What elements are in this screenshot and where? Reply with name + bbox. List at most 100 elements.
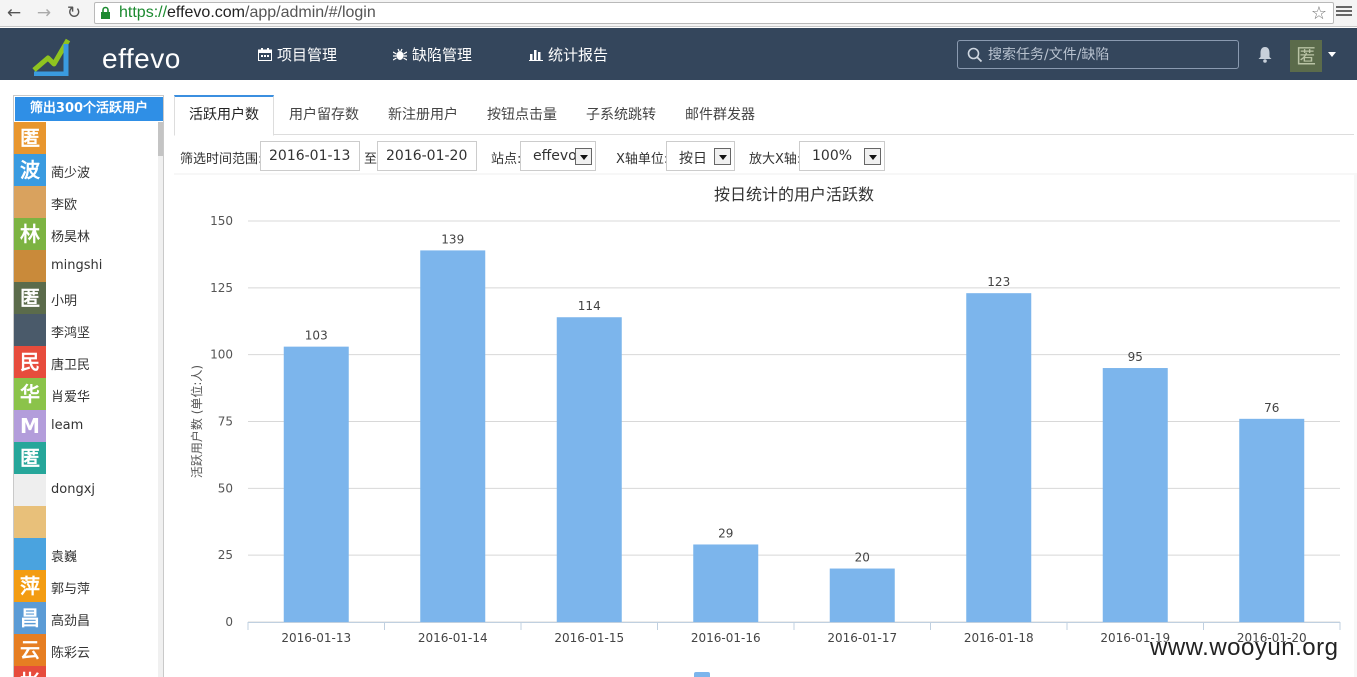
bar: [283, 346, 349, 622]
y-axis-label: 活跃用户数 (单位:人): [189, 365, 204, 478]
nav-label: 项目管理: [277, 46, 338, 64]
bar: [829, 568, 895, 622]
list-item[interactable]: 萍郭与萍: [14, 570, 158, 602]
y-tick-label: 75: [218, 415, 233, 429]
data-label: 114: [578, 299, 601, 313]
bar-chart-icon: [529, 50, 543, 61]
user-name: 肖爱华: [51, 390, 91, 405]
data-label: 76: [1264, 401, 1279, 415]
list-item[interactable]: 匿: [14, 122, 158, 154]
user-name: 郭与萍: [51, 582, 91, 597]
y-tick-label: 150: [210, 214, 233, 228]
user-name: 唐卫民: [51, 358, 91, 373]
tab-active-users[interactable]: 活跃用户数: [174, 95, 274, 136]
lock-icon: [101, 6, 110, 19]
zoom-x-label: 放大X轴:: [749, 152, 802, 167]
y-tick-label: 50: [218, 481, 233, 495]
y-tick-label: 100: [210, 348, 233, 362]
list-item[interactable]: 袁巍: [14, 538, 158, 570]
list-item[interactable]: 匿: [14, 442, 158, 474]
scrollbar-thumb[interactable]: [158, 122, 163, 156]
date-to-input[interactable]: [377, 141, 477, 171]
y-tick-label: 0: [225, 615, 233, 629]
chevron-down-icon[interactable]: [714, 148, 731, 165]
star-icon[interactable]: ☆: [1311, 3, 1327, 24]
y-tick-label: 25: [218, 548, 233, 562]
list-item[interactable]: 林杨昊林: [14, 218, 158, 250]
list-item[interactable]: 昌高劲昌: [14, 602, 158, 634]
search-box[interactable]: [957, 40, 1239, 69]
list-item[interactable]: mingshi: [14, 250, 158, 282]
list-item[interactable]: 波蔺少波: [14, 154, 158, 186]
date-from-input[interactable]: [260, 141, 360, 171]
nav-statistics-report[interactable]: 统计报告: [529, 44, 608, 65]
nav-project-management[interactable]: 项目管理: [258, 44, 337, 65]
avatar: M: [14, 410, 46, 442]
user-list: 匿波蔺少波 李欧林杨昊林 mingshi 匿小明 李鸿坚民唐卫民华肖爱华 Mleam 匿 do…: [14, 122, 158, 677]
tab-subsystem-jumps[interactable]: 子系统跳转: [572, 95, 670, 135]
tab-mass-mailer[interactable]: 邮件群发器: [671, 95, 769, 135]
user-sidebar: 筛出300个活跃用户 匿波蔺少波 李欧林杨昊林 mingshi 匿小明 李鸿坚民唐卫民华…: [13, 95, 164, 677]
list-item[interactable]: 云陈彩云: [14, 634, 158, 666]
filter-bar: 筛选时间范围: 至 站点: effevo X轴单位: 按日 放大X轴: 100%: [174, 140, 1354, 172]
avatar: 云: [14, 634, 46, 666]
user-avatar[interactable]: 匿: [1290, 40, 1322, 72]
list-item[interactable]: dongxj: [14, 474, 158, 506]
avatar: 华: [14, 378, 46, 410]
list-item[interactable]: 李欧: [14, 186, 158, 218]
chevron-down-icon[interactable]: [864, 148, 881, 165]
user-name: 袁巍: [51, 550, 78, 565]
list-item[interactable]: [14, 506, 158, 538]
bar: [1102, 368, 1168, 622]
bug-icon: [393, 48, 407, 61]
chart-container: 按日统计的用户活跃数 0 25 50 75 100 125 150 活跃用户数 (单位:人) 10…: [174, 175, 1354, 677]
avatar: 匿: [14, 282, 46, 314]
bar: [1239, 418, 1305, 622]
user-name: 高劲昌: [51, 614, 91, 629]
x-unit-label: X轴单位:: [616, 152, 669, 167]
data-label: 123: [987, 275, 1010, 289]
zoom-x-select[interactable]: 100%: [799, 141, 885, 171]
y-tick-label: 125: [210, 281, 233, 295]
avatar: 彬: [14, 666, 46, 677]
nav-label: 统计报告: [548, 46, 609, 64]
avatar: 波: [14, 154, 46, 186]
list-item[interactable]: 民唐卫民: [14, 346, 158, 378]
forward-icon[interactable]: →: [34, 3, 54, 23]
tab-button-clicks[interactable]: 按钮点击量: [473, 95, 571, 135]
avatar: 匿: [14, 442, 46, 474]
x-tick-label: 2016-01-18: [964, 631, 1034, 645]
user-name: 蔺少波: [51, 166, 91, 181]
tab-user-retention[interactable]: 用户留存数: [275, 95, 373, 135]
bell-icon[interactable]: [1257, 46, 1273, 63]
browser-menu-icon[interactable]: [1336, 4, 1352, 20]
chevron-down-icon[interactable]: [1328, 52, 1336, 57]
time-range-label: 筛选时间范围:: [180, 152, 263, 167]
avatar: 民: [14, 346, 46, 378]
list-item[interactable]: 彬刘积彬: [14, 666, 158, 677]
to-label: 至: [364, 152, 378, 167]
tab-new-registrations[interactable]: 新注册用户: [374, 95, 472, 135]
search-input[interactable]: [988, 45, 1228, 65]
address-bar[interactable]: https://effevo.com/app/admin/#/login ☆: [94, 2, 1334, 24]
sidebar-scrollbar[interactable]: [158, 122, 163, 677]
zoom-x-select-value: 100%: [812, 148, 853, 164]
reload-icon[interactable]: ↻: [64, 3, 84, 23]
list-item[interactable]: Mleam: [14, 410, 158, 442]
nav-defect-management[interactable]: 缺陷管理: [393, 44, 472, 65]
avatar: [14, 506, 46, 538]
list-item[interactable]: 华肖爱华: [14, 378, 158, 410]
back-icon[interactable]: ←: [4, 3, 24, 23]
list-item[interactable]: 匿小明: [14, 282, 158, 314]
user-name: 小明: [51, 294, 78, 309]
x-unit-select[interactable]: 按日: [666, 141, 735, 171]
chart-title: 按日统计的用户活跃数: [714, 185, 874, 204]
avatar: [14, 314, 46, 346]
legend-swatch: [694, 672, 710, 677]
list-item[interactable]: 李鸿坚: [14, 314, 158, 346]
url-text: https://effevo.com/app/admin/#/login: [119, 4, 376, 21]
logo[interactable]: effevo: [32, 36, 180, 76]
site-select[interactable]: effevo: [520, 141, 596, 171]
chevron-down-icon[interactable]: [575, 148, 592, 165]
filter-active-users-button[interactable]: 筛出300个活跃用户: [15, 97, 163, 121]
